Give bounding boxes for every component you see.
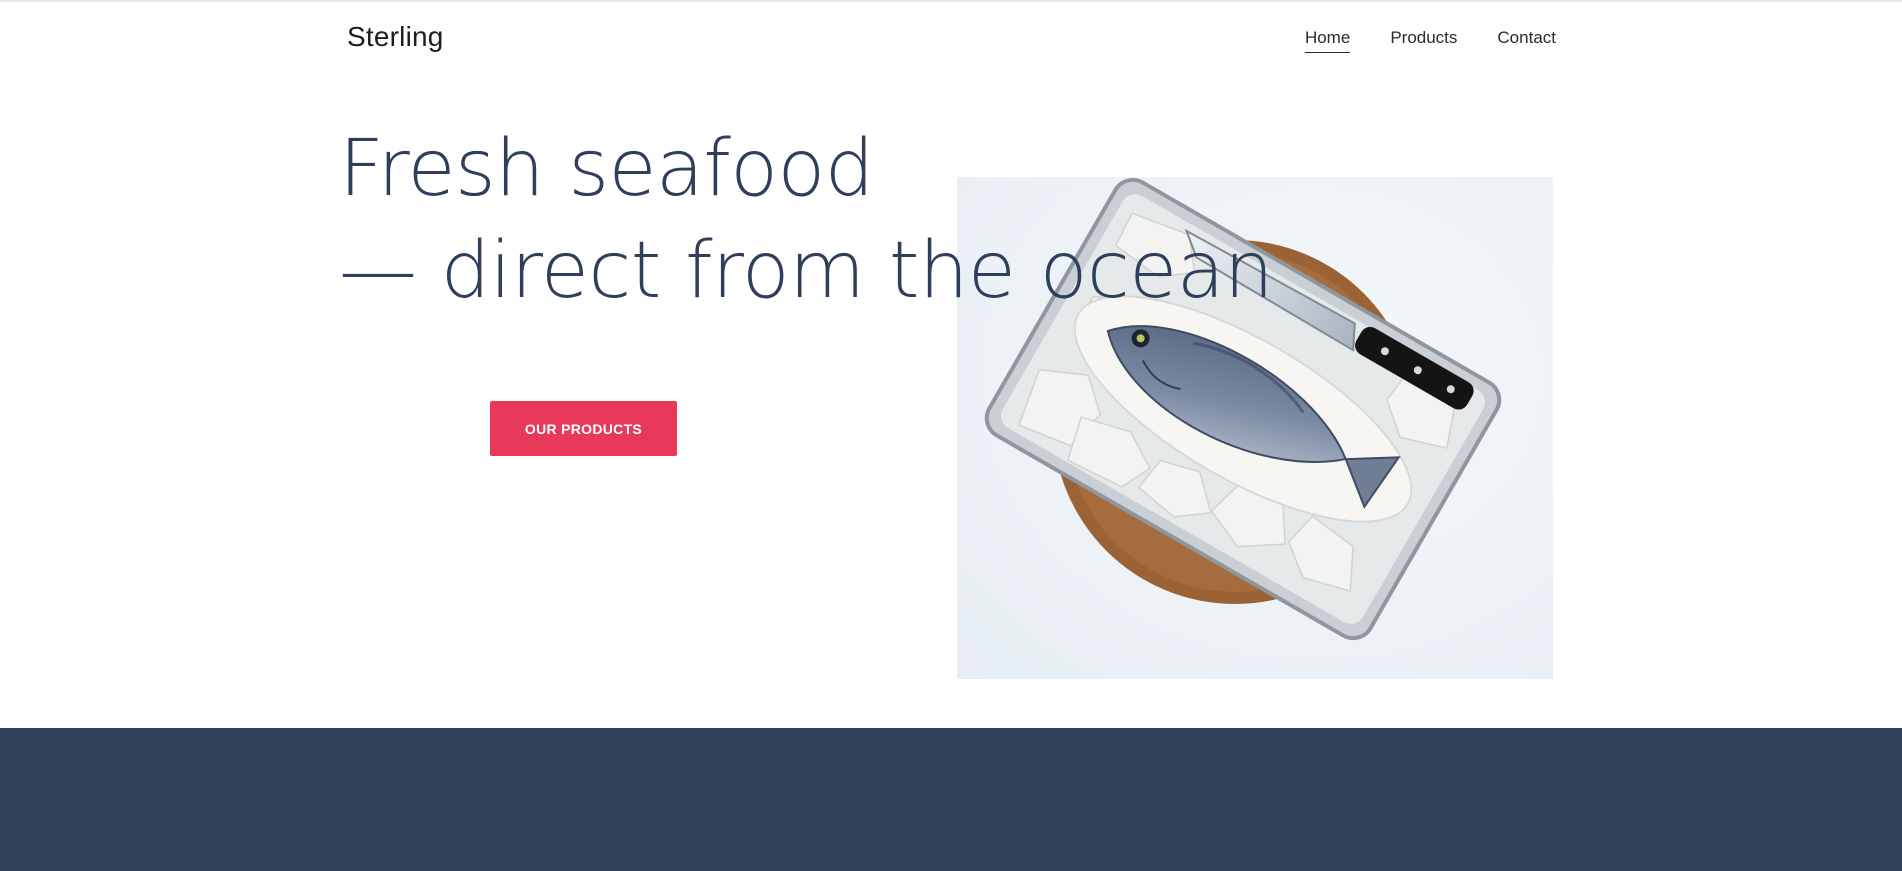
main-nav: Home Products Contact	[1304, 28, 1556, 53]
brand-logo[interactable]: Sterling	[347, 21, 444, 53]
nav-products-link[interactable]: Products	[1390, 28, 1457, 53]
footer-band	[0, 728, 1902, 871]
our-products-button[interactable]: OUR PRODUCTS	[490, 401, 677, 456]
hero-title: Fresh seafood — direct from the ocean	[339, 118, 1274, 322]
nav-contact-link[interactable]: Contact	[1497, 28, 1556, 53]
nav-home-link[interactable]: Home	[1304, 28, 1351, 53]
hero-title-line-2: — direct from the ocean	[339, 226, 1274, 316]
hero-title-line-1: Fresh seafood	[339, 124, 874, 214]
site-header: Sterling Home Products Contact	[0, 2, 1902, 76]
